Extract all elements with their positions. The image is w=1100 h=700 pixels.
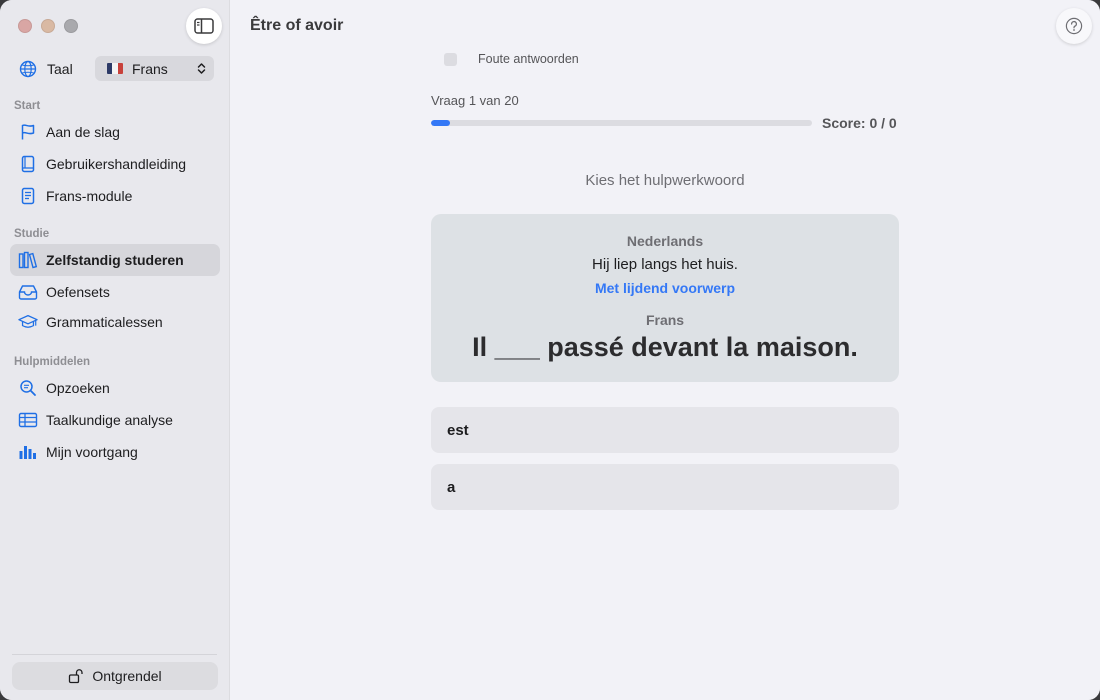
- language-label: Taal: [47, 61, 73, 77]
- main-content: Être of avoir Foute antwoorden Vraag 1 v…: [230, 0, 1100, 700]
- sidebar-item-mijn-voortgang[interactable]: Mijn voortgang: [10, 436, 220, 468]
- unlock-button[interactable]: Ontgrendel: [12, 662, 218, 690]
- question-mark-icon: [1065, 17, 1083, 35]
- wrong-answers-row[interactable]: Foute antwoorden: [444, 52, 579, 66]
- graduation-cap-icon: [18, 312, 38, 332]
- grammar-hint-link[interactable]: Met lijdend voorwerp: [431, 280, 899, 296]
- question-counter: Vraag 1 van 20: [431, 93, 519, 108]
- unlock-button-label: Ontgrendel: [92, 668, 162, 684]
- sidebar-item-label: Zelfstandig studeren: [46, 252, 184, 268]
- sidebar-item-label: Opzoeken: [46, 380, 110, 396]
- unlock-icon: [68, 668, 84, 684]
- books-icon: [18, 250, 38, 270]
- page-title: Être of avoir: [250, 17, 344, 34]
- section-header-start: Start: [14, 100, 41, 112]
- section-header-studie: Studie: [14, 228, 50, 240]
- minimize-window-button[interactable]: [41, 19, 55, 33]
- language-row: Taal Frans: [18, 56, 216, 82]
- sidebar-item-label: Aan de slag: [46, 124, 120, 140]
- chevron-up-down-icon: [197, 63, 206, 74]
- language-select-value: Frans: [132, 60, 168, 77]
- answer-option[interactable]: est: [431, 407, 899, 453]
- flag-icon: [18, 122, 38, 142]
- sidebar-item-aan-de-slag[interactable]: Aan de slag: [10, 116, 220, 148]
- instruction-text: Kies het hulpwerkwoord: [585, 172, 745, 189]
- zoom-window-button[interactable]: [64, 19, 78, 33]
- sidebar-item-label: Oefensets: [46, 284, 110, 300]
- document-icon: [18, 186, 38, 206]
- close-window-button[interactable]: [18, 19, 32, 33]
- answer-option-label: est: [447, 421, 469, 439]
- sidebar-divider: [12, 654, 217, 655]
- sidebar-toggle-button[interactable]: [186, 8, 222, 44]
- sidebar-item-label: Mijn voortgang: [46, 444, 138, 460]
- globe-icon: [18, 59, 38, 79]
- tray-icon: [18, 282, 38, 302]
- help-button[interactable]: [1056, 8, 1092, 44]
- sidebar: Taal Frans Start Aan de slag Gebruikersh…: [0, 0, 230, 700]
- target-sentence: Il ___ passé devant la maison.: [472, 332, 858, 362]
- progress-bar-fill: [431, 120, 451, 126]
- sidebar-item-taalkundige-analyse[interactable]: Taalkundige analyse: [10, 404, 220, 436]
- sidebar-toggle-icon: [194, 18, 214, 34]
- wrong-answers-checkbox[interactable]: [444, 52, 457, 66]
- app-window: Taal Frans Start Aan de slag Gebruikersh…: [0, 0, 1100, 700]
- sidebar-item-zelfstandig-studeren[interactable]: Zelfstandig studeren: [10, 244, 220, 276]
- bar-chart-icon: [18, 442, 38, 462]
- sidebar-item-label: Gebruikershandleiding: [46, 156, 187, 172]
- answer-option[interactable]: a: [431, 464, 899, 510]
- sidebar-item-frans-module[interactable]: Frans-module: [10, 180, 220, 212]
- source-sentence: Hij liep langs het huis.: [592, 256, 738, 273]
- score-label: Score: 0 / 0: [822, 115, 897, 131]
- source-language-label: Nederlands: [626, 233, 704, 249]
- wrong-answers-label: Foute antwoorden: [478, 52, 579, 66]
- sidebar-item-oefensets[interactable]: Oefensets: [10, 276, 220, 308]
- question-card: Nederlands Hij liep langs het huis. Met …: [431, 214, 899, 382]
- answer-option-label: a: [447, 478, 456, 496]
- sidebar-item-gebruikershandleiding[interactable]: Gebruikershandleiding: [10, 148, 220, 180]
- sidebar-item-opzoeken[interactable]: Opzoeken: [10, 372, 220, 404]
- target-language-label: Frans: [645, 312, 685, 328]
- language-select[interactable]: Frans: [95, 56, 214, 81]
- table-icon: [18, 410, 38, 430]
- progress-bar: [431, 120, 812, 126]
- sidebar-item-label: Taalkundige analyse: [46, 412, 173, 428]
- sidebar-item-label: Frans-module: [46, 188, 133, 204]
- section-header-hulpmiddelen: Hulpmiddelen: [14, 356, 91, 368]
- french-flag-icon: [107, 63, 123, 74]
- window-controls: [18, 19, 78, 33]
- sidebar-item-label: Grammaticalessen: [46, 314, 163, 330]
- book-icon: [18, 154, 38, 174]
- magnifier-icon: [18, 378, 38, 398]
- sidebar-item-grammaticalessen[interactable]: Grammaticalessen: [10, 306, 220, 338]
